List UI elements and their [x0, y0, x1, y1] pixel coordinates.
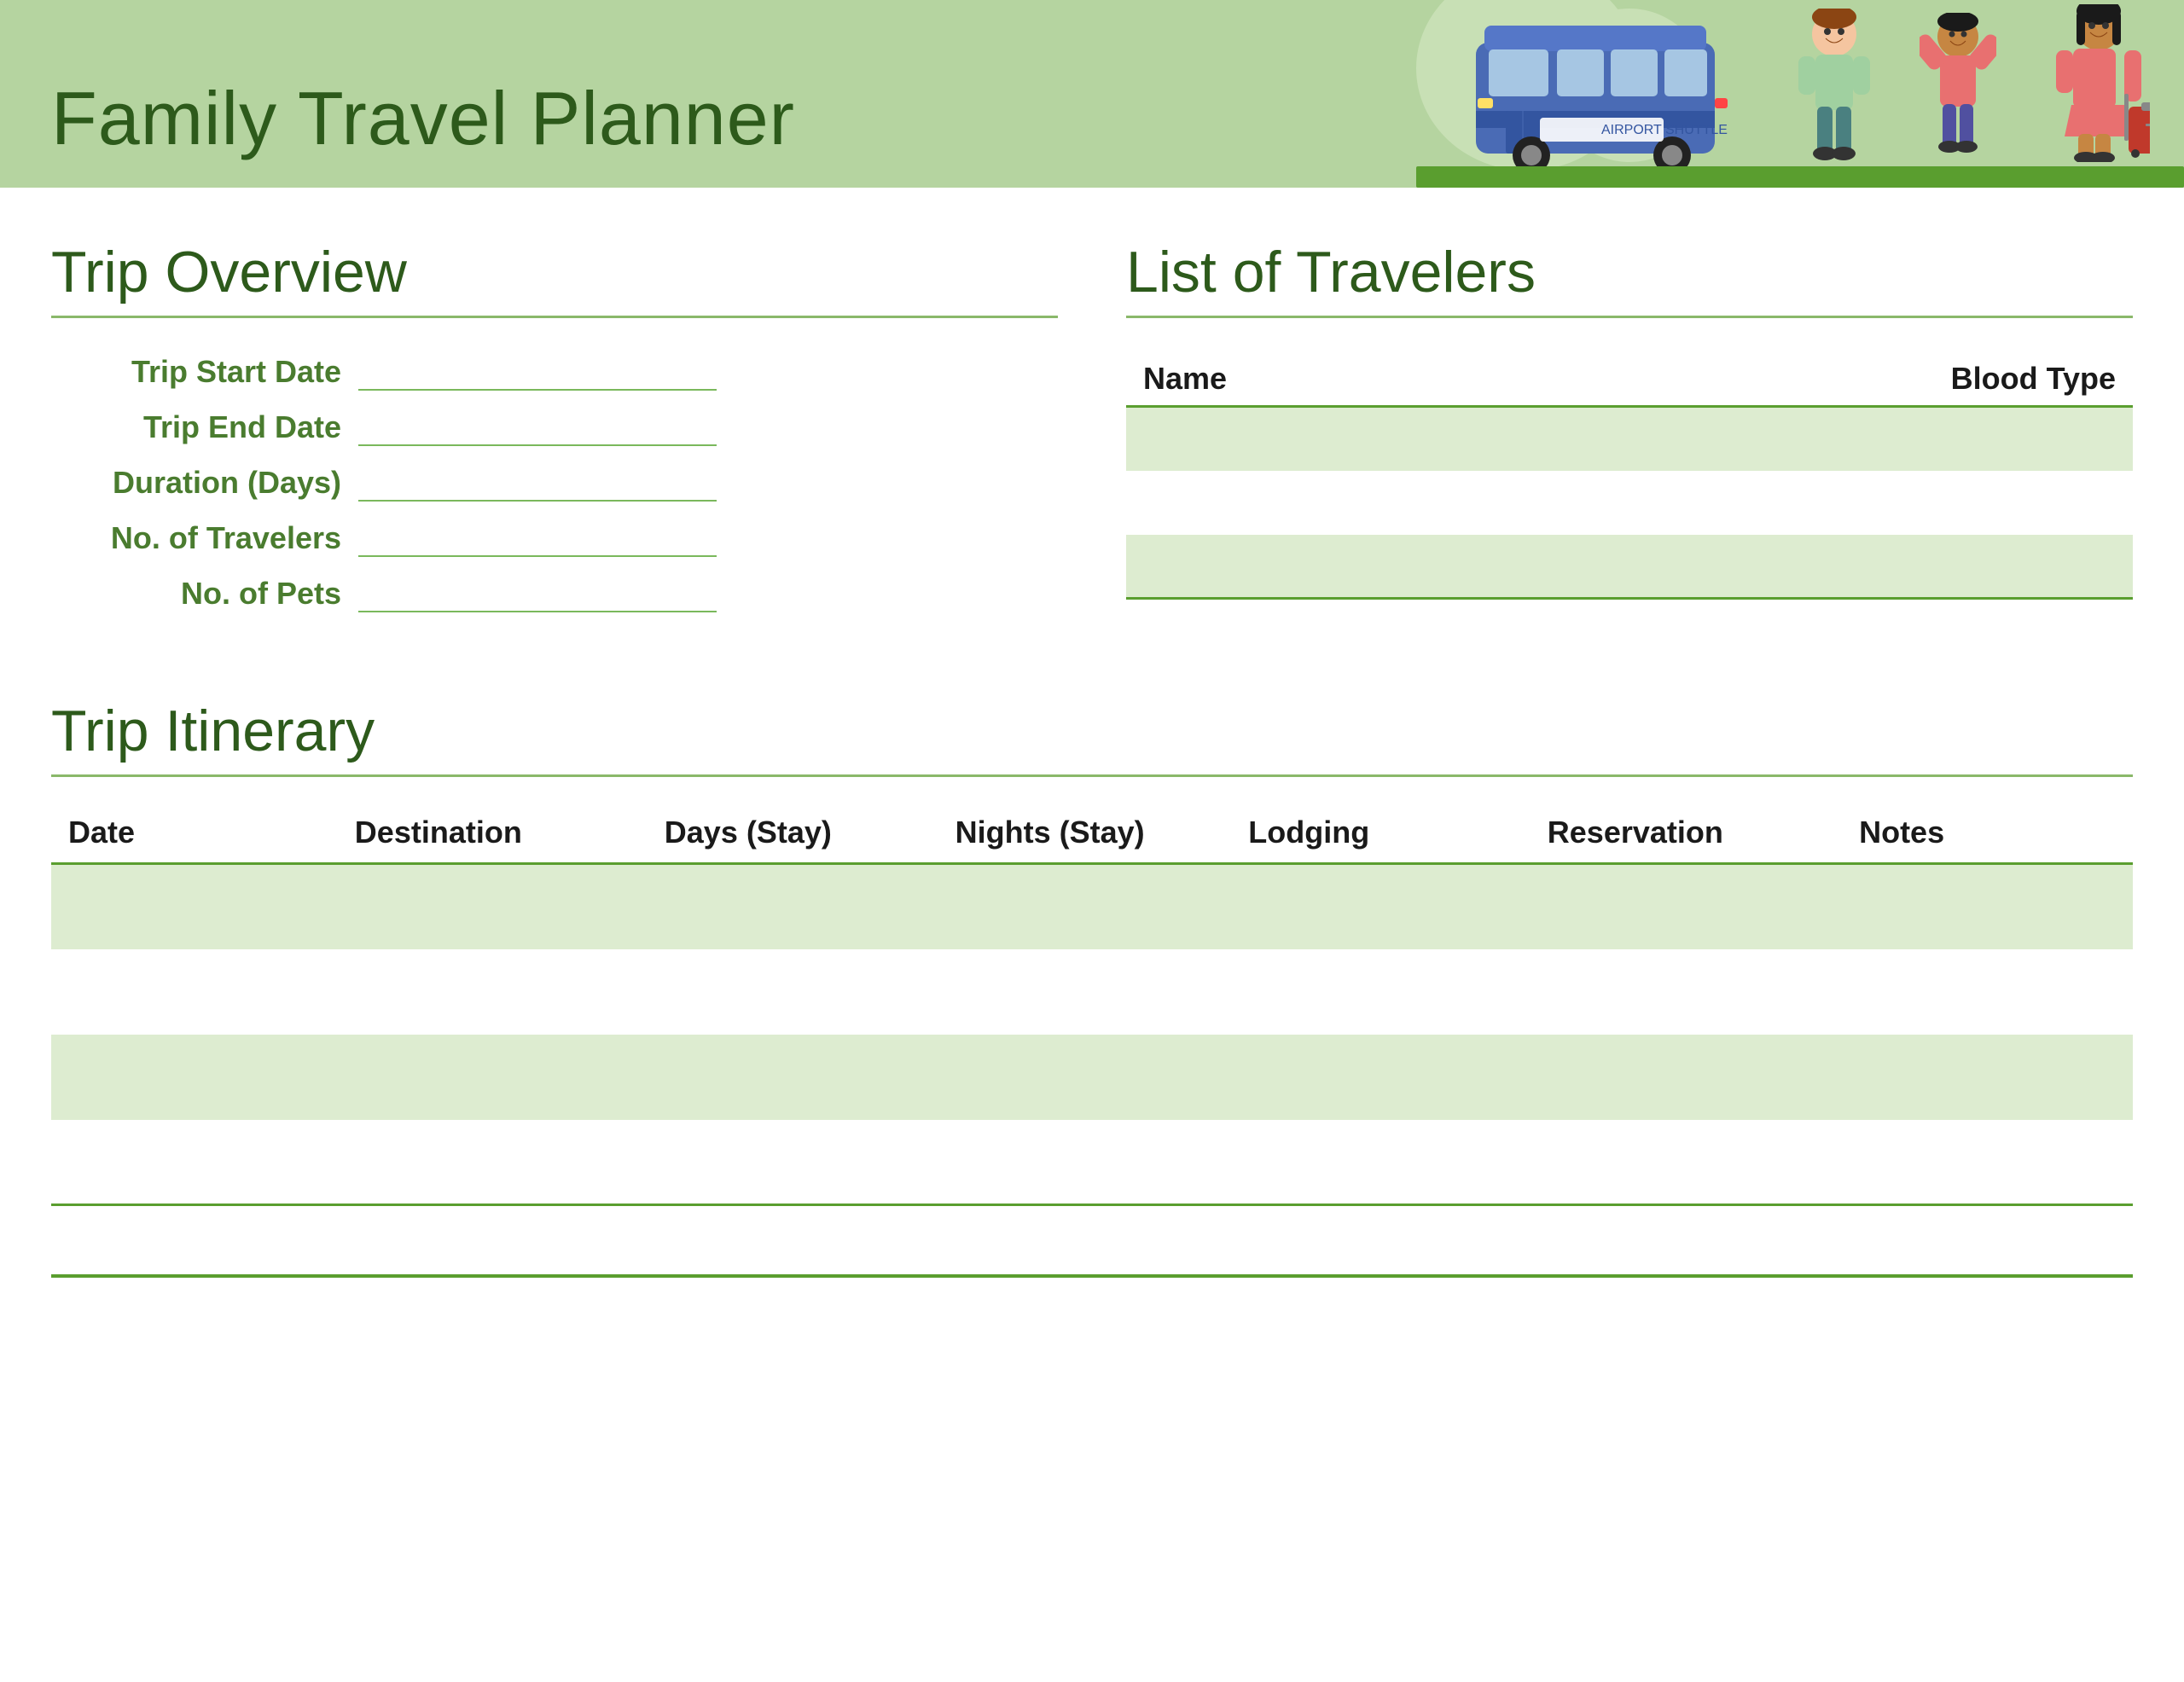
itinerary-col-notes: Notes	[1842, 803, 2133, 864]
itin-dest-4[interactable]	[338, 1120, 648, 1205]
traveler-blood-1[interactable]	[1629, 407, 2133, 471]
duration-days-label: Duration (Days)	[51, 465, 341, 501]
traveler-name-3[interactable]	[1126, 535, 1629, 599]
trip-end-date-input[interactable]	[358, 408, 717, 446]
itin-reservation-4[interactable]	[1531, 1120, 1842, 1205]
itin-notes-4[interactable]	[1842, 1120, 2133, 1205]
no-pets-label: No. of Pets	[51, 576, 341, 612]
no-travelers-row: No. of Travelers	[51, 519, 1058, 557]
itin-date-1[interactable]	[51, 864, 338, 949]
itinerary-heading: Trip Itinerary	[51, 698, 2133, 777]
trip-overview-section: Trip Overview Trip Start Date Trip End D…	[51, 239, 1058, 629]
travelers-col-blood-type: Blood Type	[1629, 352, 2133, 407]
traveler-blood-3[interactable]	[1629, 535, 2133, 599]
overview-row: Trip Overview Trip Start Date Trip End D…	[51, 239, 2133, 629]
itinerary-table: Date Destination Days (Stay) Nights (Sta…	[51, 803, 2133, 1206]
table-row	[51, 864, 2133, 949]
table-row	[1126, 471, 2133, 535]
table-row	[1126, 535, 2133, 599]
footer-divider	[51, 1274, 2133, 1278]
itinerary-col-date: Date	[51, 803, 338, 864]
bus-icon: AIRPORT SHUTTLE	[1467, 17, 1740, 179]
itin-nights-3[interactable]	[938, 1035, 1232, 1120]
table-row	[51, 949, 2133, 1035]
itinerary-col-reservation: Reservation	[1531, 803, 1842, 864]
itin-nights-4[interactable]	[938, 1120, 1232, 1205]
itin-dest-2[interactable]	[338, 949, 648, 1035]
itin-date-3[interactable]	[51, 1035, 338, 1120]
itin-days-1[interactable]	[648, 864, 938, 949]
duration-days-input[interactable]	[358, 463, 717, 502]
itin-days-4[interactable]	[648, 1120, 938, 1205]
itinerary-col-lodging: Lodging	[1231, 803, 1531, 864]
travelers-col-name: Name	[1126, 352, 1629, 407]
header-illustration: AIRPORT SHUTTLE	[1416, 0, 2184, 188]
itin-date-4[interactable]	[51, 1120, 338, 1205]
itin-dest-3[interactable]	[338, 1035, 648, 1120]
table-row	[51, 1035, 2133, 1120]
itin-lodging-2[interactable]	[1231, 949, 1531, 1035]
itin-lodging-3[interactable]	[1231, 1035, 1531, 1120]
trip-start-date-label: Trip Start Date	[51, 354, 341, 390]
person-1-icon	[1792, 9, 1877, 166]
trip-start-date-input[interactable]	[358, 352, 717, 391]
itin-notes-1[interactable]	[1842, 864, 2133, 949]
no-pets-row: No. of Pets	[51, 574, 1058, 612]
grass-strip	[1416, 166, 2184, 188]
table-row	[51, 1120, 2133, 1205]
travelers-table: Name Blood Type	[1126, 352, 2133, 600]
itinerary-col-destination: Destination	[338, 803, 648, 864]
no-pets-input[interactable]	[358, 574, 717, 612]
no-travelers-input[interactable]	[358, 519, 717, 557]
travelers-heading: List of Travelers	[1126, 239, 2133, 318]
trip-end-date-label: Trip End Date	[51, 409, 341, 445]
itin-reservation-1[interactable]	[1531, 864, 1842, 949]
svg-text:AIRPORT SHUTTLE: AIRPORT SHUTTLE	[1601, 123, 1728, 137]
itinerary-col-days-stay: Days (Stay)	[648, 803, 938, 864]
main-content: Trip Overview Trip Start Date Trip End D…	[0, 188, 2184, 1240]
traveler-blood-2[interactable]	[1629, 471, 2133, 535]
itin-lodging-1[interactable]	[1231, 864, 1531, 949]
travelers-section: List of Travelers Name Blood Type	[1126, 239, 2133, 629]
itin-days-3[interactable]	[648, 1035, 938, 1120]
trip-start-date-row: Trip Start Date	[51, 352, 1058, 391]
traveler-name-2[interactable]	[1126, 471, 1629, 535]
itin-dest-1[interactable]	[338, 864, 648, 949]
table-row	[1126, 407, 2133, 471]
itin-date-2[interactable]	[51, 949, 338, 1035]
person-3-icon	[2048, 4, 2150, 166]
person-2-icon	[1920, 13, 1996, 166]
header: Family Travel Planner	[0, 0, 2184, 188]
itin-notes-2[interactable]	[1842, 949, 2133, 1035]
itin-notes-3[interactable]	[1842, 1035, 2133, 1120]
itin-nights-1[interactable]	[938, 864, 1232, 949]
itin-days-2[interactable]	[648, 949, 938, 1035]
trip-overview-heading: Trip Overview	[51, 239, 1058, 318]
itinerary-col-nights-stay: Nights (Stay)	[938, 803, 1232, 864]
itinerary-section: Trip Itinerary Date Destination Days (St…	[51, 698, 2133, 1206]
traveler-name-1[interactable]	[1126, 407, 1629, 471]
itin-reservation-2[interactable]	[1531, 949, 1842, 1035]
app-title: Family Travel Planner	[51, 75, 795, 162]
itin-nights-2[interactable]	[938, 949, 1232, 1035]
itin-lodging-4[interactable]	[1231, 1120, 1531, 1205]
no-travelers-label: No. of Travelers	[51, 520, 341, 556]
itin-reservation-3[interactable]	[1531, 1035, 1842, 1120]
trip-end-date-row: Trip End Date	[51, 408, 1058, 446]
duration-days-row: Duration (Days)	[51, 463, 1058, 502]
